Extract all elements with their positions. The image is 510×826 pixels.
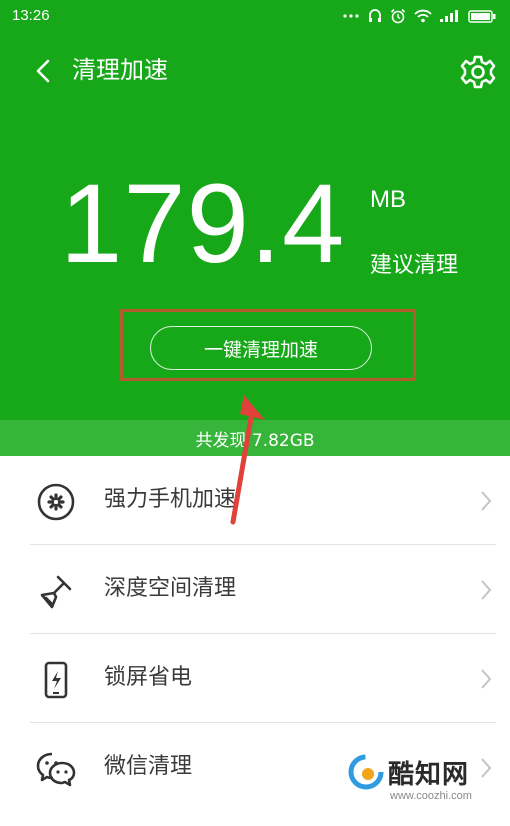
battery-icon <box>468 9 496 23</box>
one-tap-clean-button[interactable]: 一键清理加速 <box>150 326 372 370</box>
watermark-url: www.coozhi.com <box>390 790 472 802</box>
headset-icon <box>369 9 381 22</box>
broom-icon <box>34 569 78 613</box>
list-item-label: 微信清理 <box>104 754 193 779</box>
back-button[interactable] <box>28 56 58 86</box>
summary-text: 共发现 7.82GB <box>195 430 315 451</box>
wechat-icon <box>34 747 78 791</box>
chevron-right-icon <box>481 491 492 511</box>
header-panel: 13:26 清理加速 179.4 MB 建议清理 一键清理加速 <box>0 0 510 420</box>
junk-size-value: 179.4 <box>60 161 346 286</box>
alarm-icon <box>390 8 406 24</box>
chevron-right-icon <box>481 580 492 600</box>
list-item-deep-clean[interactable]: 深度空间清理 <box>0 545 510 634</box>
gear-icon <box>460 55 496 89</box>
page-title: 清理加速 <box>72 56 168 84</box>
junk-size-hint: 建议清理 <box>370 253 459 278</box>
settings-button[interactable] <box>458 52 498 92</box>
list-item-label: 深度空间清理 <box>104 576 237 601</box>
wifi-icon <box>414 9 432 23</box>
list-item-power-boost[interactable]: 强力手机加速 <box>0 456 510 545</box>
watermark-name: 酷知网 <box>388 760 470 790</box>
list-item-label: 锁屏省电 <box>104 665 193 690</box>
watermark: 酷知网 www.coozhi.com <box>348 746 498 806</box>
chevron-left-icon <box>36 59 50 83</box>
status-bar: 13:26 <box>0 0 510 32</box>
list-item-label: 强力手机加速 <box>104 487 237 512</box>
list-item-lock-screen-saver[interactable]: 锁屏省电 <box>0 634 510 723</box>
title-bar: 清理加速 <box>0 48 510 92</box>
watermark-logo <box>348 754 384 790</box>
signal-icon <box>440 10 458 22</box>
status-time: 13:26 <box>12 7 50 24</box>
fan-icon <box>34 480 78 524</box>
chevron-right-icon <box>481 669 492 689</box>
phone-battery-icon <box>34 658 78 702</box>
status-icons <box>342 6 496 26</box>
junk-size-unit: MB <box>370 186 406 213</box>
more-dots-icon <box>343 14 359 18</box>
summary-bar: 共发现 7.82GB <box>0 420 510 456</box>
